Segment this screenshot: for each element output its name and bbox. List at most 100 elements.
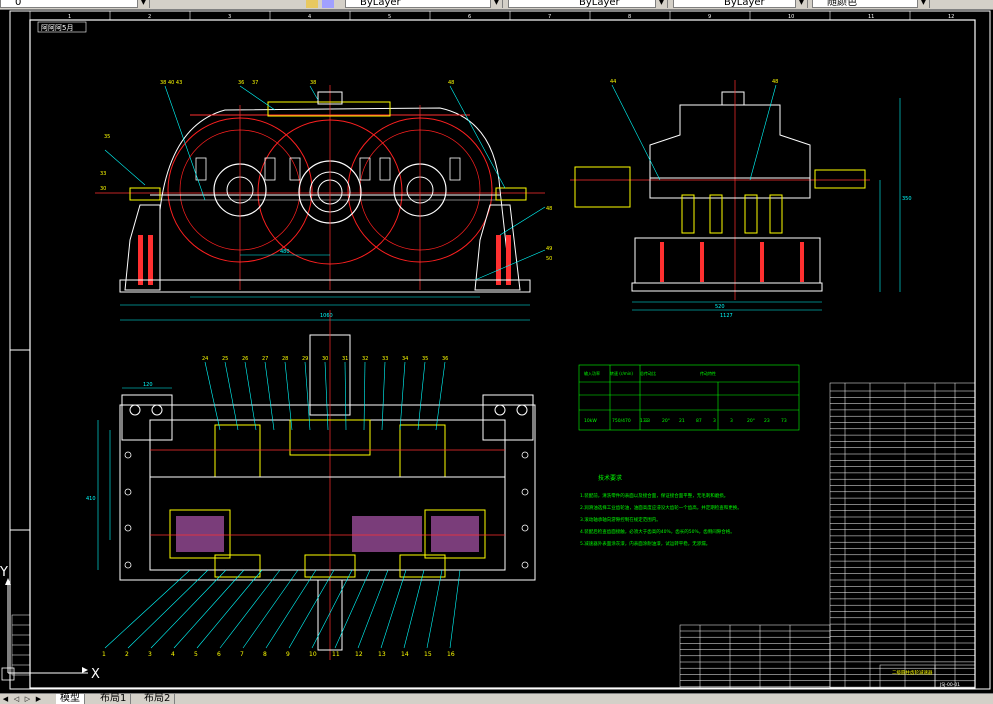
frame-column-label: 6 bbox=[468, 14, 471, 20]
part-callout: 29 bbox=[302, 356, 308, 362]
param-cell: 3 bbox=[730, 418, 733, 424]
part-callout: 3 bbox=[148, 651, 152, 658]
frame-column-markers: 1 2 3 4 5 6 7 8 9 10 11 12 bbox=[29, 11, 954, 20]
svg-text:5.减速器外表面涂灰漆，内表面涂耐油漆，试运转平稳，无渗漏。: 5.减速器外表面涂灰漆，内表面涂耐油漆，试运转平稳，无渗漏。 bbox=[580, 540, 710, 547]
svg-text:2.润滑油选择工业齿轮油，油面高度应浸没大齿轮一个齿高，并定: 2.润滑油选择工业齿轮油，油面高度应浸没大齿轮一个齿高，并定期检查和更换。 bbox=[580, 504, 742, 511]
color-value: ByLayer bbox=[360, 0, 401, 8]
lineweight-value: ByLayer bbox=[724, 0, 765, 8]
svg-text:410: 410 bbox=[86, 496, 96, 502]
part-callout: 24 bbox=[202, 356, 208, 362]
top-view: 120 410 24 25 26 27 28 29 30 31 32 33 34 35 36 12345… bbox=[86, 310, 536, 660]
param-cell: 10kW bbox=[584, 418, 597, 424]
front-view: 1060 480 38 40 43 36 37 38 48 35 33 30 4… bbox=[95, 80, 552, 321]
chevron-down-icon[interactable]: ▼ bbox=[137, 0, 149, 8]
svg-text:转速 (r/min): 转速 (r/min) bbox=[610, 370, 633, 376]
plotstyle-dropdown[interactable]: 随颜色 ▼ bbox=[812, 0, 930, 8]
frame-column-label: 12 bbox=[948, 14, 954, 20]
chevron-down-icon[interactable]: ▼ bbox=[795, 0, 807, 8]
drawing-title-label: 阿阿阿5月 bbox=[41, 23, 73, 32]
drawing-canvas[interactable]: 1 2 3 4 5 6 7 8 9 10 11 12 阿阿阿5月 1060 48… bbox=[0, 10, 993, 693]
param-cell: 3 bbox=[645, 418, 648, 424]
chevron-down-icon[interactable]: ▼ bbox=[490, 0, 502, 8]
svg-text:输入功率: 输入功率 bbox=[584, 370, 600, 376]
svg-text:37: 37 bbox=[252, 80, 258, 86]
frame-column-label: 7 bbox=[548, 14, 551, 20]
svg-text:1.装配前，清洗零件的表面以及接合面，保证接合面平整，无毛刺: 1.装配前，清洗零件的表面以及接合面，保证接合面平整，无毛刺和磨损。 bbox=[580, 492, 728, 499]
part-callout: 25 bbox=[222, 356, 228, 362]
svg-text:36: 36 bbox=[238, 80, 244, 86]
side-view: 520 1127 350 44 48 bbox=[570, 79, 912, 319]
part-callout: 16 bbox=[447, 651, 455, 658]
cad-drawing: 1 2 3 4 5 6 7 8 9 10 11 12 阿阿阿5月 1060 48… bbox=[0, 10, 991, 690]
layer-dropdown[interactable]: 0 ▼ bbox=[0, 0, 150, 8]
svg-text:49: 49 bbox=[546, 246, 552, 252]
linetype-dropdown[interactable]: ByLayer ▼ bbox=[508, 0, 668, 8]
svg-text:38: 38 bbox=[310, 80, 316, 86]
layer-value: 0 bbox=[15, 0, 22, 8]
technical-notes: 技术要求 1.装配前，清洗零件的表面以及接合面，保证接合面平整，无毛刺和磨损。 … bbox=[580, 474, 742, 547]
part-callout: 8 bbox=[263, 651, 267, 658]
svg-text:520: 520 bbox=[715, 304, 725, 310]
title-block bbox=[679, 624, 976, 689]
part-callout: 35 bbox=[422, 356, 428, 362]
left-revision-table bbox=[11, 614, 31, 676]
layer-previous-icon[interactable] bbox=[322, 0, 334, 8]
part-callout: 1 bbox=[102, 651, 106, 658]
frame-column-label: 8 bbox=[628, 14, 631, 20]
color-dropdown[interactable]: ByLayer ▼ bbox=[345, 0, 503, 8]
chevron-down-icon[interactable]: ▼ bbox=[917, 0, 929, 8]
svg-text:48: 48 bbox=[546, 206, 552, 212]
svg-text:35: 35 bbox=[104, 134, 110, 140]
x-axis-label: X bbox=[91, 667, 100, 682]
svg-text:3.滚动轴承轴向游隙控制在规定范围内。: 3.滚动轴承轴向游隙控制在规定范围内。 bbox=[580, 516, 661, 523]
svg-text:38 40 43: 38 40 43 bbox=[160, 80, 182, 86]
part-callout: 32 bbox=[362, 356, 368, 362]
part-callout: 2 bbox=[125, 651, 129, 658]
svg-text:二级圆柱齿轮减速器: 二级圆柱齿轮减速器 bbox=[892, 669, 933, 676]
part-callout: 27 bbox=[262, 356, 268, 362]
chevron-down-icon[interactable]: ▼ bbox=[655, 0, 667, 8]
frame-column-label: 9 bbox=[708, 14, 711, 20]
frame-column-label: 5 bbox=[388, 14, 391, 20]
part-callout: 12 bbox=[355, 651, 363, 658]
svg-text:1060: 1060 bbox=[320, 313, 333, 319]
part-callout: 13 bbox=[378, 651, 386, 658]
properties-toolbar: 0 ▼ ByLayer ▼ ByLayer ▼ ByLayer ▼ 随颜色 ▼ bbox=[0, 0, 993, 10]
param-cell: 21 bbox=[679, 418, 685, 424]
part-callout: 31 bbox=[342, 356, 348, 362]
inner-frame bbox=[29, 19, 976, 689]
frame-column-label: 4 bbox=[308, 14, 311, 20]
part-callout: 5 bbox=[194, 651, 198, 658]
frame-column-label: 2 bbox=[148, 14, 151, 20]
svg-text:30: 30 bbox=[100, 186, 106, 192]
part-callout: 15 bbox=[424, 651, 432, 658]
part-callout: 36 bbox=[442, 356, 448, 362]
svg-text:33: 33 bbox=[100, 171, 106, 177]
param-cell: 20° bbox=[747, 418, 755, 424]
frame-column-label: 1 bbox=[68, 14, 71, 20]
svg-text:传动特性: 传动特性 bbox=[700, 370, 716, 376]
svg-text:480: 480 bbox=[280, 249, 290, 255]
lineweight-dropdown[interactable]: ByLayer ▼ bbox=[673, 0, 808, 8]
part-callout: 9 bbox=[286, 651, 290, 658]
y-axis-label: Y bbox=[0, 565, 8, 580]
part-callout: 10 bbox=[309, 651, 317, 658]
svg-text:48: 48 bbox=[772, 79, 778, 85]
outer-frame bbox=[9, 10, 991, 690]
frame-column-label: 3 bbox=[228, 14, 231, 20]
part-callout: 30 bbox=[322, 356, 328, 362]
ucs-icon bbox=[1, 578, 88, 681]
svg-text:44: 44 bbox=[610, 79, 616, 85]
svg-text:120: 120 bbox=[143, 382, 153, 388]
layer-states-icon[interactable] bbox=[306, 0, 318, 8]
param-cell: 3 bbox=[713, 418, 716, 424]
parts-list bbox=[829, 382, 976, 689]
part-callout: 33 bbox=[382, 356, 388, 362]
frame-column-label: 11 bbox=[868, 14, 874, 20]
linetype-value: ByLayer bbox=[579, 0, 620, 8]
part-callout: 7 bbox=[240, 651, 244, 658]
layout-tab-bar: ◀ ◁ ▷ ▶ 模型 布局1 布局2 bbox=[0, 693, 993, 704]
param-cell: 87 bbox=[696, 418, 702, 424]
param-cell: 750/470 bbox=[612, 418, 631, 424]
param-cell: 73 bbox=[781, 418, 787, 424]
